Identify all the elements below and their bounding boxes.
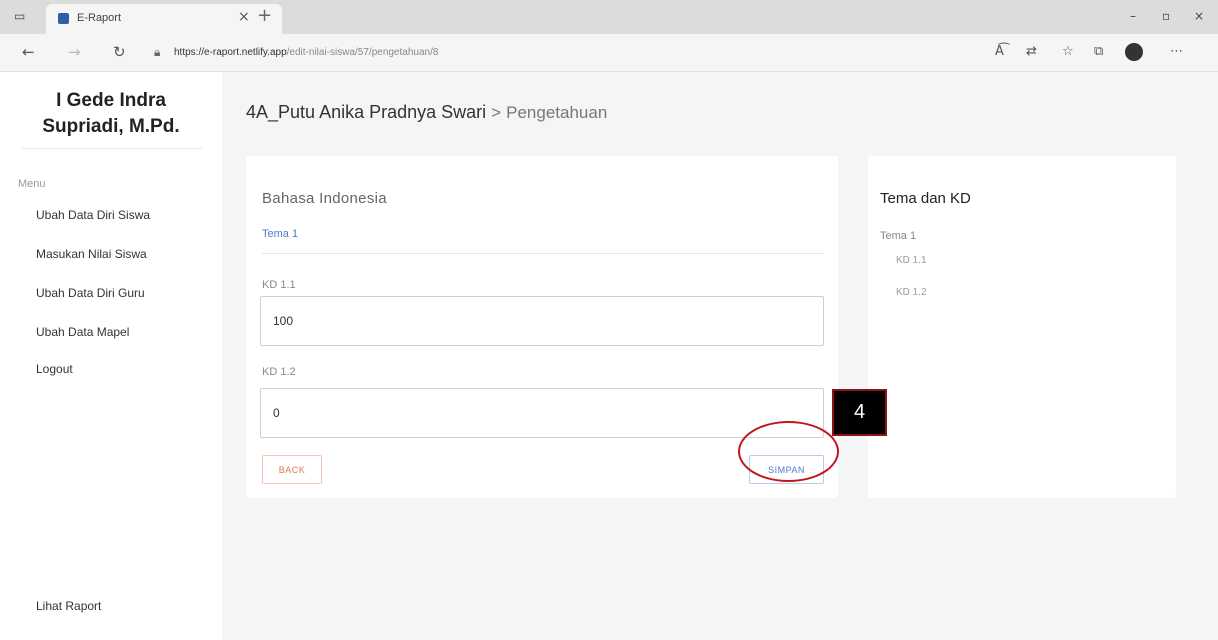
tema-kd-title: Tema dan KD — [880, 190, 971, 207]
maximize-icon[interactable]: ▫ — [1162, 9, 1170, 23]
profile-icon[interactable] — [1125, 43, 1143, 61]
kd-1-1-label: KD 1.1 — [262, 279, 296, 291]
sidebar: I Gede Indra Supriadi, M.Pd. Menu Ubah D… — [0, 72, 222, 640]
menu-title: Menu — [18, 178, 46, 190]
section-name: Pengetahuan — [506, 103, 608, 122]
step-number-badge: 4 — [832, 389, 887, 436]
sidebar-item-ubah-data-mapel[interactable]: Ubah Data Mapel — [36, 325, 129, 339]
side-tema-label: Tema 1 — [880, 230, 917, 242]
sidebar-divider — [22, 148, 202, 149]
browser-tab[interactable]: E-Raport × — [46, 4, 282, 34]
teacher-name: I Gede Indra Supriadi, M.Pd. — [42, 90, 180, 137]
browser-titlebar: ▭ E-Raport × + – ▫ × — [0, 0, 1218, 34]
tema-kd-card: Tema dan KD Tema 1 KD 1.1 KD 1.2 — [868, 156, 1176, 498]
tab-close-icon[interactable]: × — [238, 9, 250, 25]
kd-1-2-input[interactable] — [260, 388, 824, 438]
form-divider — [262, 253, 824, 254]
lock-icon: 🔒︎ — [154, 45, 161, 59]
translate-icon[interactable]: ⇄ — [1026, 44, 1037, 59]
forward-arrow-icon[interactable]: → — [68, 43, 81, 61]
subject-title: Bahasa Indonesia — [262, 190, 387, 207]
new-tab-icon[interactable]: + — [257, 5, 272, 26]
sidebar-item-logout[interactable]: Logout — [36, 362, 73, 376]
tab-title: E-Raport — [77, 12, 122, 24]
favicon-icon — [58, 13, 69, 24]
kd-1-1-input[interactable] — [260, 296, 824, 346]
student-name: 4A_Putu Anika Pradnya Swari — [246, 102, 487, 122]
sidebar-item-masukan-nilai-siswa[interactable]: Masukan Nilai Siswa — [36, 247, 147, 261]
sidebar-item-ubah-data-diri-siswa[interactable]: Ubah Data Diri Siswa — [36, 208, 150, 222]
collections-icon[interactable]: ⧉ — [1094, 44, 1103, 59]
page-title: 4A_Putu Anika Pradnya Swari > Pengetahua… — [246, 102, 607, 123]
back-button[interactable]: BACK — [262, 455, 322, 484]
address-bar-row: ← → ↻ 🔒︎ https://e-raport.netlify.app/ed… — [0, 34, 1218, 72]
side-kd-item: KD 1.2 — [896, 287, 927, 298]
window-close-icon[interactable]: × — [1194, 9, 1204, 23]
url-field[interactable]: 🔒︎ https://e-raport.netlify.app/edit-nil… — [146, 40, 966, 66]
tab-actions-icon[interactable]: ▭ — [14, 9, 25, 23]
breadcrumb-separator: > — [491, 103, 502, 122]
tema-label: Tema 1 — [262, 228, 299, 240]
lihat-raport-link[interactable]: Lihat Raport — [36, 599, 101, 613]
highlight-circle — [738, 421, 839, 482]
refresh-icon[interactable]: ↻ — [113, 43, 126, 61]
favorites-icon[interactable]: ☆ — [1062, 44, 1074, 59]
back-arrow-icon[interactable]: ← — [22, 43, 35, 61]
kd-1-2-label: KD 1.2 — [262, 366, 296, 378]
url-text: https://e-raport.netlify.app/edit-nilai-… — [174, 47, 439, 58]
sidebar-item-ubah-data-diri-guru[interactable]: Ubah Data Diri Guru — [36, 286, 145, 300]
more-icon[interactable]: ⋯ — [1170, 44, 1183, 59]
read-aloud-icon[interactable]: A͡ — [995, 44, 1004, 59]
minimize-icon[interactable]: – — [1130, 9, 1136, 23]
side-kd-item: KD 1.1 — [896, 255, 927, 266]
